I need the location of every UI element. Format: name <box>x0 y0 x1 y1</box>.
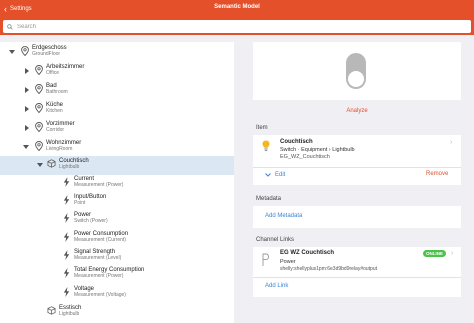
chevron-right-icon: › <box>451 250 454 257</box>
tree-item-type: Point <box>74 199 86 206</box>
search-input[interactable] <box>17 23 457 30</box>
toggle-switch[interactable] <box>345 52 367 90</box>
tree-item-couchtisch[interactable]: Couchtisch Lightbulb <box>47 158 89 171</box>
channel-uid: shelly:shellyplus1pm:6e3d9bd9relay#outpu… <box>280 266 378 272</box>
page-title: Semantic Model <box>214 4 260 10</box>
status-badge: ONLINE <box>423 250 447 257</box>
expand-toggle[interactable] <box>23 86 31 94</box>
lightning-icon <box>62 176 71 187</box>
edit-button[interactable]: Edit <box>265 172 285 178</box>
tree-item-point[interactable]: Input/Button Point <box>62 194 106 207</box>
lightning-icon <box>62 231 71 242</box>
channel-link-row[interactable]: EG WZ Couchtisch Power shelly:shellyplus… <box>253 247 461 277</box>
chevron-down-icon <box>265 173 271 177</box>
add-metadata-button[interactable]: Add Metadata <box>265 213 302 219</box>
chevron-right-icon <box>24 125 29 131</box>
tree-item-point[interactable]: Total Energy Consumption Measurement (Pow… <box>62 267 144 280</box>
channel-icon <box>262 253 269 266</box>
add-link-button[interactable]: Add Link <box>265 283 288 289</box>
tree-item-type: Switch (Power) <box>74 217 108 224</box>
chevron-right-icon <box>24 106 29 112</box>
lightning-icon <box>62 286 71 297</box>
chevron-down-icon <box>9 49 15 54</box>
chevron-right-icon <box>24 87 29 93</box>
analyze-button[interactable]: Analyze <box>253 108 461 114</box>
location-pin-icon <box>34 102 43 113</box>
expand-toggle[interactable] <box>23 67 31 75</box>
chevron-down-icon <box>23 144 29 149</box>
tree-item-arbeitszimmer[interactable]: Arbeitszimmer Office <box>34 64 84 77</box>
channel-links-section-title: Channel Links <box>256 237 295 243</box>
tree-item-type: GroundFloor <box>32 50 61 57</box>
tree-item-type: Measurement (Level) <box>74 254 122 261</box>
lightbulb-icon <box>262 140 270 152</box>
model-tree: Erdgeschoss GroundFloor Arbeitszimmer Offi… <box>0 42 234 323</box>
tree-item-type: LivingRoom <box>46 145 73 152</box>
item-semantics: Switch · Equipment › Lightbulb <box>280 147 355 153</box>
tree-item-type: Corridor <box>46 126 65 133</box>
chevron-down-icon <box>37 162 43 167</box>
state-card <box>253 42 461 100</box>
item-row[interactable]: Couchtisch Switch · Equipment › Lightbul… <box>253 135 461 167</box>
lightning-icon <box>62 249 71 260</box>
location-pin-icon <box>34 121 43 132</box>
tree-item-bad[interactable]: Bad Bathroom <box>34 83 68 96</box>
metadata-card: Add Metadata <box>253 206 461 228</box>
lightning-icon <box>62 267 71 278</box>
tree-item-point[interactable]: Power Consumption Measurement (Current) <box>62 231 128 244</box>
location-pin-icon <box>20 45 29 56</box>
tree-item-type: Office <box>46 69 59 76</box>
tree-item-point[interactable]: Voltage Measurement (Voltage) <box>62 286 126 299</box>
item-card: Couchtisch Switch · Equipment › Lightbul… <box>253 135 461 185</box>
collapse-toggle[interactable] <box>36 161 44 169</box>
tree-item-type: Lightbulb <box>59 163 80 170</box>
tree-item-type: Kitchen <box>46 107 63 114</box>
search-icon <box>7 23 13 30</box>
tree-item-type: Measurement (Power) <box>74 272 124 279</box>
location-pin-icon <box>34 140 43 151</box>
chevron-right-icon <box>24 68 29 74</box>
location-pin-icon <box>34 64 43 75</box>
collapse-toggle[interactable] <box>8 48 16 56</box>
cube-icon <box>47 158 56 169</box>
item-name: Couchtisch <box>280 139 313 145</box>
divider <box>253 277 461 278</box>
expand-toggle[interactable] <box>23 105 31 113</box>
location-pin-icon <box>34 83 43 94</box>
channel-links-card: EG WZ Couchtisch Power shelly:shellyplus… <box>253 247 461 297</box>
tree-item-type: Measurement (Current) <box>74 236 126 243</box>
item-section-title: Item <box>256 125 268 131</box>
tree-item-erdgeschoss[interactable]: Erdgeschoss GroundFloor <box>20 45 67 58</box>
item-id: EG_WZ_Couchtisch <box>280 154 330 160</box>
tree-item-wohnzimmer[interactable]: Wohnzimmer LivingRoom <box>34 140 81 153</box>
edit-label: Edit <box>275 172 286 178</box>
lightning-icon <box>62 194 71 205</box>
chevron-right-icon: › <box>450 139 453 146</box>
channel-link-title: EG WZ Couchtisch <box>280 250 334 256</box>
search-bar <box>3 20 471 33</box>
tree-item-type: Bathroom <box>46 88 68 95</box>
tree-item-kueche[interactable]: Küche Kitchen <box>34 102 63 115</box>
divider <box>253 167 461 168</box>
tree-item-vorzimmer[interactable]: Vorzimmer Corridor <box>34 121 75 134</box>
tree-item-point[interactable]: Current Measurement (Power) <box>62 176 123 189</box>
tree-item-type: Lightbulb <box>59 310 80 317</box>
top-bar: ‹ Settings Semantic Model <box>0 0 474 35</box>
tree-item-esstisch[interactable]: Esstisch Lightbulb <box>47 305 81 318</box>
tree-item-type: Measurement (Voltage) <box>74 291 126 298</box>
cube-icon <box>47 305 56 316</box>
metadata-section-title: Metadata <box>256 196 282 202</box>
tree-item-point[interactable]: Signal Strength Measurement (Level) <box>62 249 121 262</box>
tree-item-point[interactable]: Power Switch (Power) <box>62 212 108 225</box>
collapse-toggle[interactable] <box>22 143 30 151</box>
remove-button[interactable]: Remove <box>426 171 448 177</box>
lightning-icon <box>62 212 71 223</box>
expand-toggle[interactable] <box>23 124 31 132</box>
tree-item-type: Measurement (Power) <box>74 181 124 188</box>
channel-name: Power <box>280 259 296 265</box>
